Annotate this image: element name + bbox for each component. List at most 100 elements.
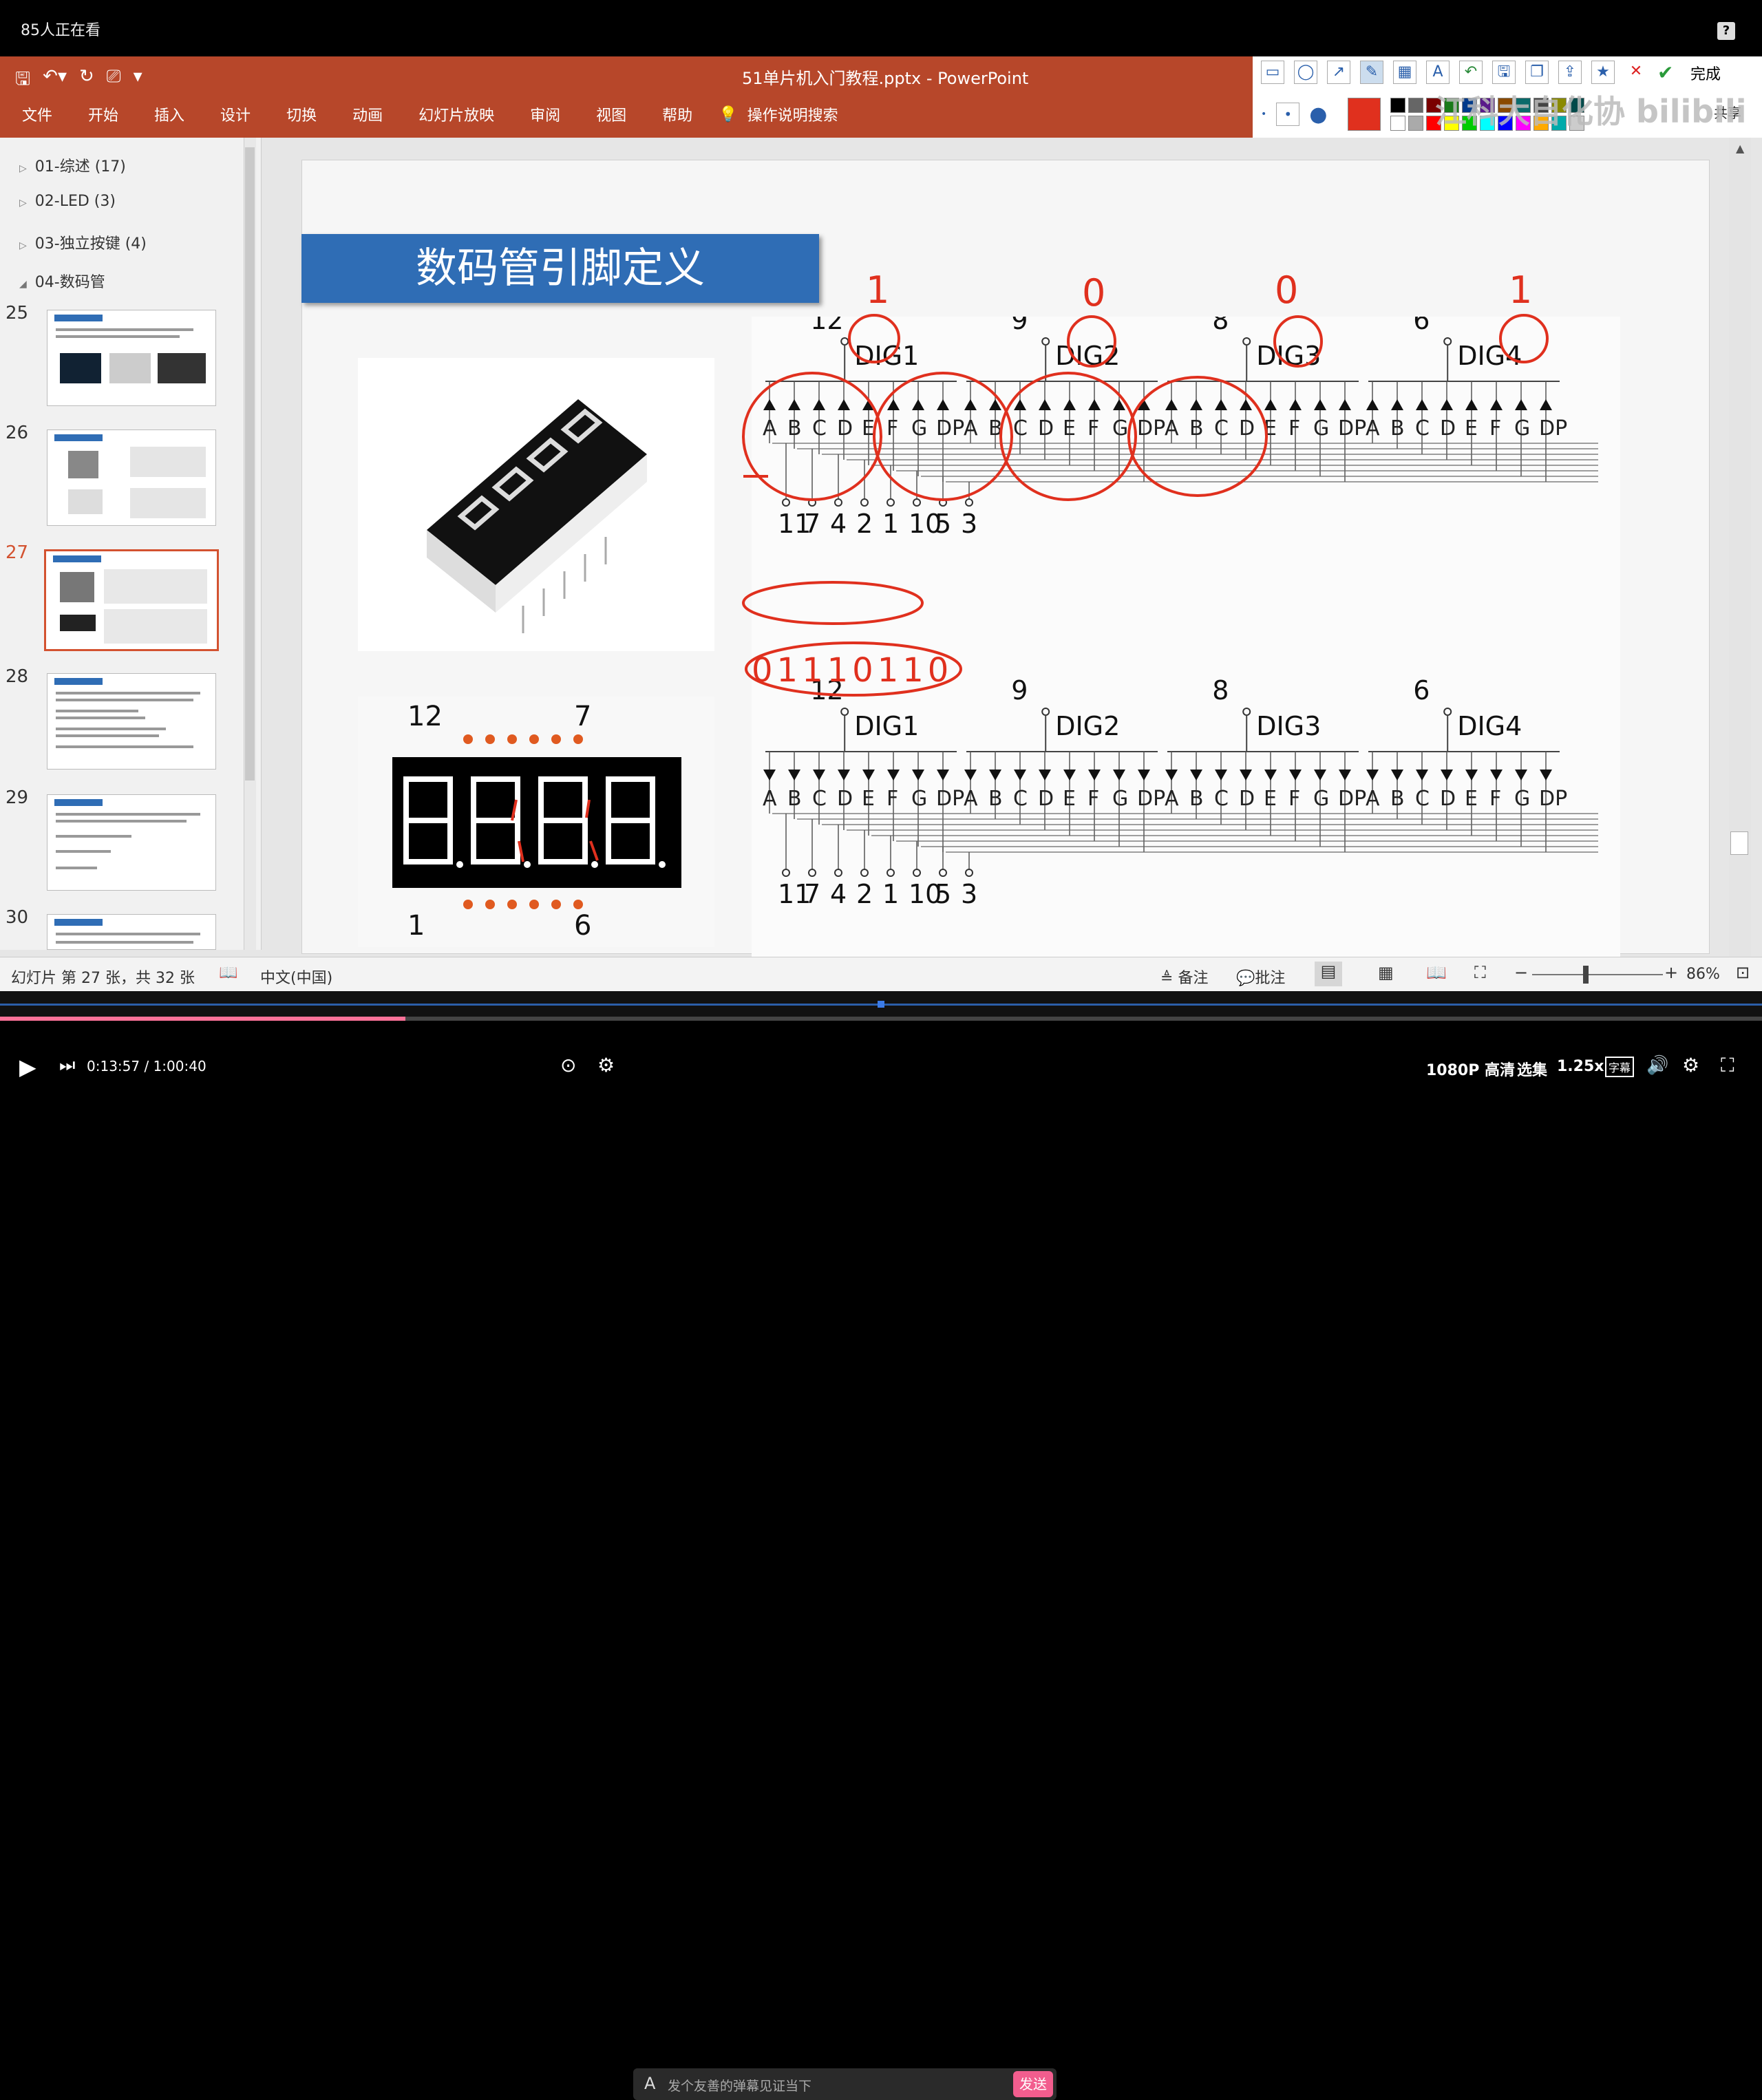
ellipse-tool-icon[interactable]: ◯ xyxy=(1294,61,1317,84)
swatch[interactable] xyxy=(1408,116,1424,131)
swatch[interactable] xyxy=(1480,116,1496,131)
swatch[interactable] xyxy=(1426,116,1442,131)
speed-selector[interactable]: 1.25x xyxy=(1557,1058,1604,1075)
copy-ink-icon[interactable]: ❐ xyxy=(1525,61,1549,84)
danmaku-settings-icon[interactable]: ⚙ xyxy=(597,1054,615,1076)
slide-sorter-icon[interactable]: ▦ xyxy=(1378,963,1394,982)
scroll-thumb[interactable] xyxy=(245,147,255,781)
section-04[interactable]: ◢ 04-数码管 xyxy=(19,270,105,292)
thumbnail-scrollbar[interactable] xyxy=(244,138,256,950)
slide-thumbnail-27[interactable] xyxy=(44,549,219,651)
volume-icon[interactable]: 🔊 xyxy=(1646,1055,1668,1076)
swatch[interactable] xyxy=(1498,98,1514,113)
swatch[interactable] xyxy=(1533,98,1549,113)
text-tool-icon[interactable]: A xyxy=(1426,61,1450,84)
zoom-out-icon[interactable]: − xyxy=(1514,963,1528,982)
slide-thumbnail-29[interactable] xyxy=(47,794,216,891)
dot-small-icon[interactable]: • xyxy=(1261,109,1266,120)
menu-design[interactable]: 设计 xyxy=(220,103,251,125)
fit-window-icon[interactable]: ⊡ xyxy=(1736,963,1750,982)
menu-animations[interactable]: 动画 xyxy=(352,103,383,125)
comments-button[interactable]: 💬批注 xyxy=(1236,966,1285,988)
swatch[interactable] xyxy=(1551,116,1567,131)
menu-review[interactable]: 审阅 xyxy=(530,103,560,125)
menu-view[interactable]: 视图 xyxy=(596,103,626,125)
share-ink-icon[interactable]: ⇪ xyxy=(1558,61,1582,84)
swatch[interactable] xyxy=(1426,98,1442,113)
menu-home[interactable]: 开始 xyxy=(88,103,118,125)
undo-icon[interactable]: ↶▾ xyxy=(43,66,67,96)
fullscreen-icon[interactable]: ⛶ xyxy=(1721,1054,1734,1077)
menu-transitions[interactable]: 切换 xyxy=(286,103,317,125)
help-button[interactable]: ? xyxy=(1717,22,1735,40)
present-icon[interactable]: ⎚ xyxy=(107,66,121,96)
danmaku-input[interactable]: A 发个友善的弹幕见证当下 xyxy=(633,2068,1057,2100)
slide-scrollbar[interactable]: ▲ xyxy=(1729,138,1751,1032)
tell-me-search[interactable]: 💡 操作说明搜索 xyxy=(719,103,838,125)
pen-tool-icon[interactable]: ✎ xyxy=(1360,61,1383,84)
swatch[interactable] xyxy=(1516,116,1531,131)
swatch[interactable] xyxy=(1569,98,1585,113)
zoom-in-icon[interactable]: + xyxy=(1664,963,1678,982)
slide-thumbnail-28[interactable] xyxy=(47,673,216,770)
swatch[interactable] xyxy=(1390,116,1406,131)
progress-track[interactable] xyxy=(0,1017,1762,1021)
swatch[interactable] xyxy=(1462,116,1478,131)
swatch[interactable] xyxy=(1444,116,1460,131)
swatch[interactable] xyxy=(1408,98,1424,113)
menu-insert[interactable]: 插入 xyxy=(154,103,184,125)
swatch[interactable] xyxy=(1533,116,1549,131)
current-color-swatch[interactable] xyxy=(1348,98,1381,131)
done-check-icon[interactable]: ✔ xyxy=(1657,61,1673,84)
section-01[interactable]: ▷ 01-综述 (17) xyxy=(19,154,126,176)
subtitle-button[interactable]: 字幕 xyxy=(1605,1057,1635,1077)
rect-tool-icon[interactable]: ▭ xyxy=(1261,61,1284,84)
zoom-slider[interactable] xyxy=(1532,974,1663,975)
arrow-tool-icon[interactable]: ↗ xyxy=(1327,61,1350,84)
swatch[interactable] xyxy=(1462,98,1478,113)
done-button[interactable]: 完成 xyxy=(1690,62,1721,84)
mosaic-tool-icon[interactable]: ▦ xyxy=(1393,61,1416,84)
reading-view-icon[interactable]: 📖 xyxy=(1426,963,1447,982)
slideshow-icon[interactable]: ⛶ xyxy=(1474,963,1486,982)
danmaku-style-icon[interactable]: A xyxy=(644,2074,655,2093)
notes-button[interactable]: ≜ 备注 xyxy=(1160,966,1208,988)
menu-help[interactable]: 帮助 xyxy=(662,103,692,125)
zoom-slider-thumb[interactable] xyxy=(1583,966,1589,984)
quality-selector[interactable]: 1080P 高清 xyxy=(1426,1058,1515,1080)
share-label[interactable]: 共享 xyxy=(1714,102,1741,122)
swatch[interactable] xyxy=(1390,98,1406,113)
slide-thumbnail-25[interactable] xyxy=(47,310,216,406)
redo-icon[interactable]: ↻ xyxy=(79,66,94,96)
swatch[interactable] xyxy=(1551,98,1567,113)
swatch[interactable] xyxy=(1569,116,1585,131)
send-danmaku-button[interactable]: 发送 xyxy=(1013,2071,1053,2097)
undo-ink-icon[interactable]: ↶ xyxy=(1459,61,1483,84)
normal-view-icon[interactable]: ▤ xyxy=(1315,962,1342,986)
settings-gear-icon[interactable]: ⚙ xyxy=(1682,1054,1699,1076)
scroll-thumb[interactable] xyxy=(1730,831,1748,855)
menu-slideshow[interactable]: 幻灯片放映 xyxy=(418,103,494,125)
dot-large-icon[interactable]: ● xyxy=(1309,103,1327,127)
slide-thumbnail-26[interactable] xyxy=(47,429,216,526)
spellcheck-icon[interactable]: 📖 xyxy=(219,964,237,982)
customize-icon[interactable]: ▾ xyxy=(134,66,142,96)
section-02[interactable]: ▷ 02-LED (3) xyxy=(19,193,116,210)
menu-file[interactable]: 文件 xyxy=(22,103,52,125)
save-ink-icon[interactable]: 🖫 xyxy=(1492,61,1516,84)
cancel-icon[interactable]: ✕ xyxy=(1624,61,1648,84)
swatch[interactable] xyxy=(1498,116,1514,131)
swatch[interactable] xyxy=(1444,98,1460,113)
swatch[interactable] xyxy=(1480,98,1496,113)
play-icon[interactable]: ▶ xyxy=(19,1054,36,1080)
swatch[interactable] xyxy=(1516,98,1531,113)
zoom-level[interactable]: 86% xyxy=(1686,966,1720,983)
dot-medium-icon[interactable]: • xyxy=(1276,103,1300,126)
next-icon[interactable]: ⏭ xyxy=(59,1055,75,1076)
scroll-up-icon[interactable]: ▲ xyxy=(1736,142,1744,155)
language-status[interactable]: 中文(中国) xyxy=(260,966,332,988)
pin-icon[interactable]: ★ xyxy=(1591,61,1615,84)
episodes-button[interactable]: 选集 xyxy=(1517,1058,1547,1080)
section-03[interactable]: ▷ 03-独立按键 (4) xyxy=(19,231,147,253)
danmaku-toggle-icon[interactable]: ⊙ xyxy=(560,1054,576,1076)
